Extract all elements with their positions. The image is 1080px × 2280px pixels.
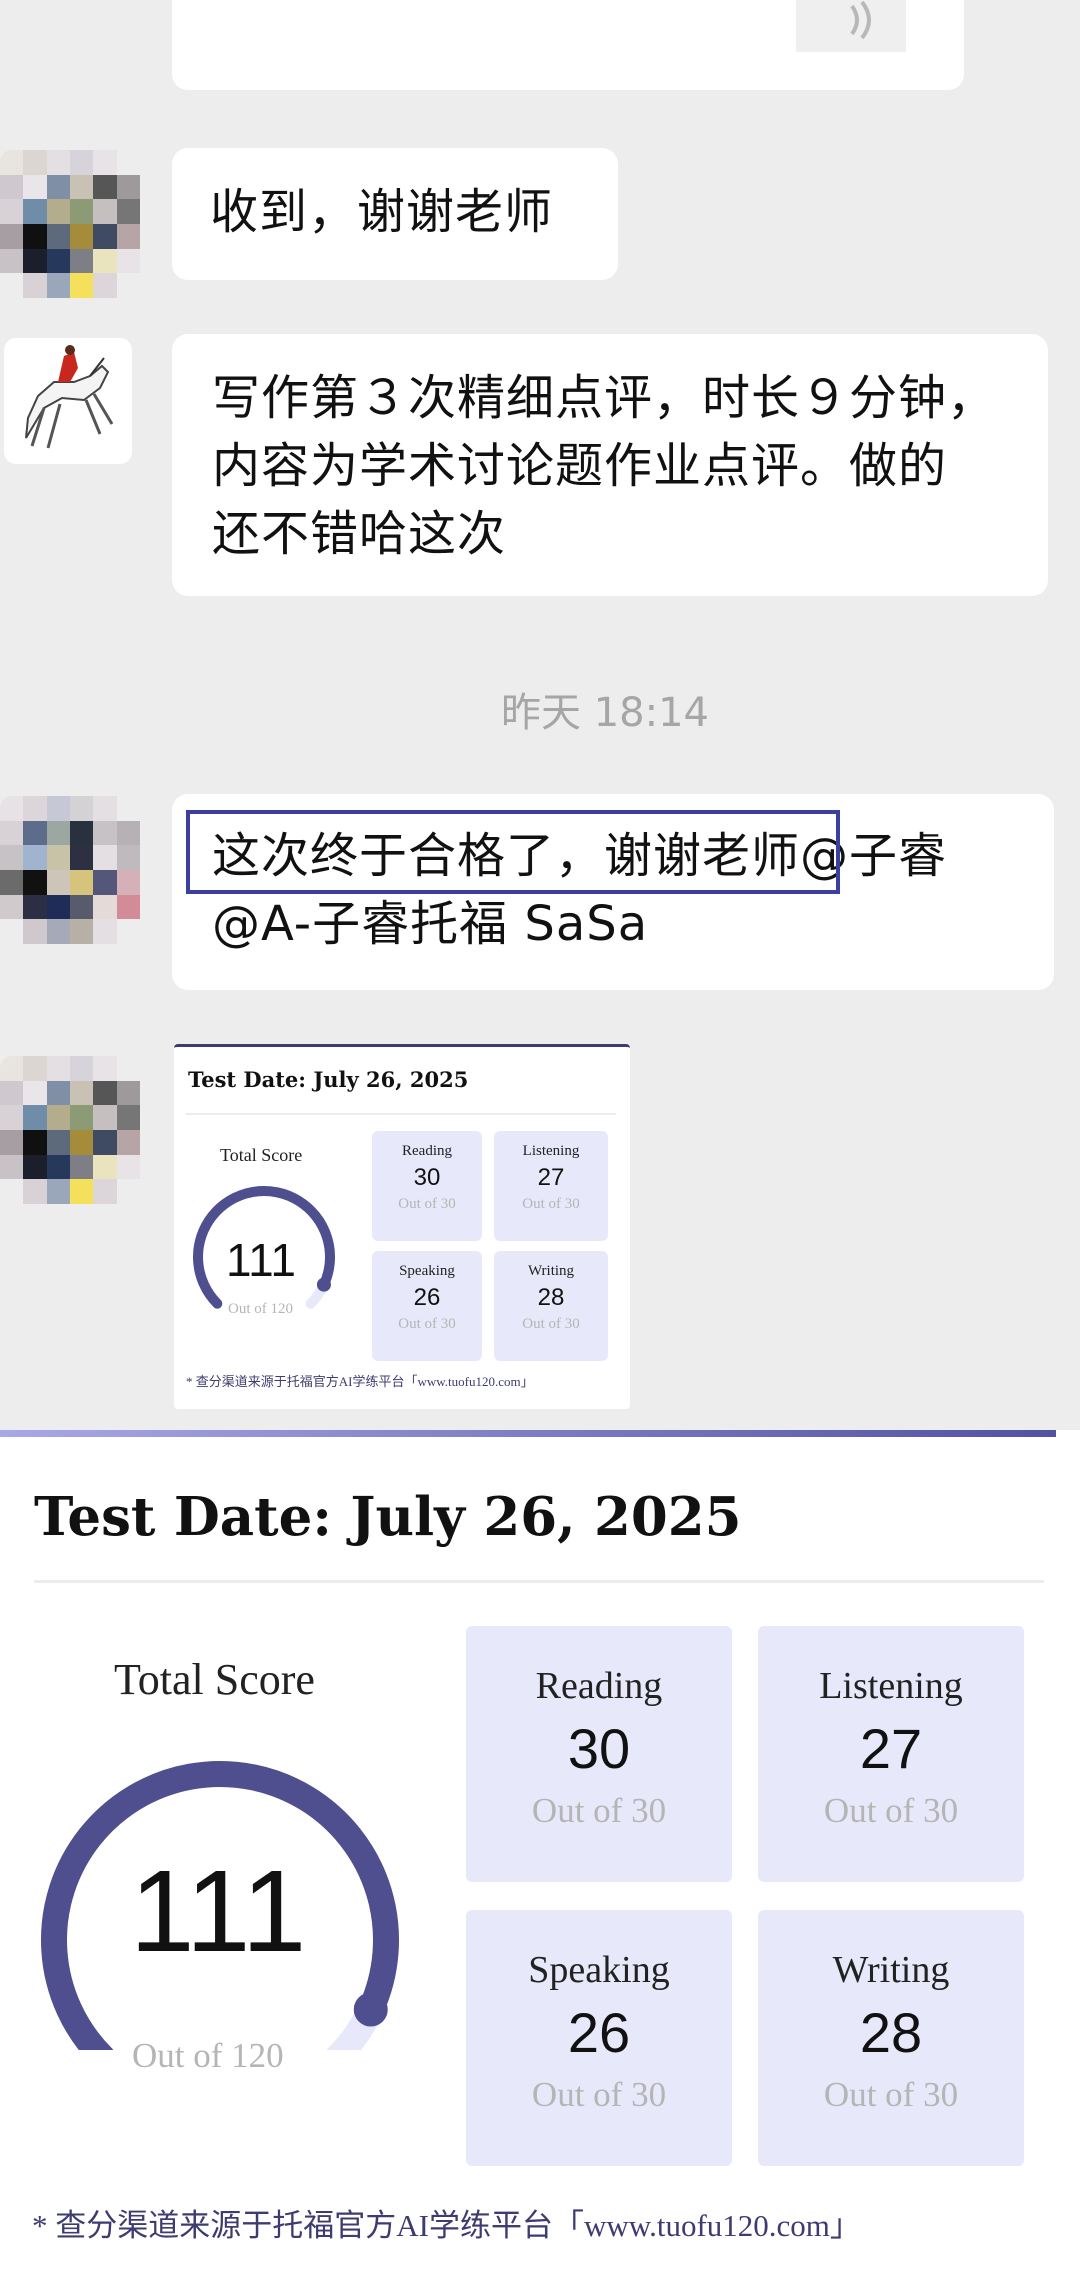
avatar[interactable] [4,338,132,464]
tile-listening: Listening 27 Out of 30 [758,1626,1024,1882]
file-icon [796,0,906,52]
tile-label: Listening [819,1665,963,1707]
avatar[interactable] [0,150,140,298]
thumb-tile-label: Writing [527,1263,575,1279]
total-score-out-of: Out of 120 [132,2036,284,2075]
thumb-tile-out-of: Out of 30 [522,1196,580,1212]
mention-text[interactable]: @A-子睿托福 SaSa [212,890,1014,958]
thumb-tile-value: 27 [537,1164,565,1191]
thumb-divider [186,1113,616,1115]
message-text-line: 内容为学术讨论题作业点评。做的 [212,438,948,494]
tile-label: Reading [535,1665,663,1707]
tile-value: 28 [859,2001,923,2064]
tile-out-of: Out of 30 [823,2075,959,2114]
message-text-line: 还不错哈这次 [212,506,507,562]
tile-label: Writing [832,1949,950,1991]
tile-value: 26 [567,2001,631,2064]
avatar[interactable] [0,796,140,944]
thumb-tile-label: Speaking [399,1263,455,1279]
message-bubble[interactable]: 收到，谢谢老师 [172,148,618,280]
message-text: 收到，谢谢老师 [210,184,554,240]
tile-label: Speaking [528,1949,670,1991]
tile-out-of: Out of 30 [531,1791,667,1830]
message-text-line: 写作第３次精细点评，时长９分钟， [212,370,997,426]
score-card-enlarged: Test Date: July 26, 2025 Total Score 111… [0,1430,1080,2280]
test-date: Test Date: July 26, 2025 [34,1486,742,1548]
tile-out-of: Out of 30 [531,2075,667,2114]
thumb-gauge-knob [316,1277,331,1292]
thumb-tile-out-of: Out of 30 [398,1196,456,1212]
thumb-tile-value: 30 [413,1164,441,1191]
tile-value: 30 [567,1717,631,1780]
highlight-box [186,810,840,894]
tile-value: 27 [859,1717,923,1780]
thumb-tile-listening: Listening 27 Out of 30 [494,1131,608,1241]
thumb-tile-label: Reading [402,1143,452,1159]
tile-speaking: Speaking 26 Out of 30 [466,1910,732,2166]
thumb-tile-writing: Writing 28 Out of 30 [494,1251,608,1361]
thumb-tile-out-of: Out of 30 [522,1316,580,1332]
total-score-value: 111 [130,1846,307,1976]
tile-writing: Writing 28 Out of 30 [758,1910,1024,2166]
thumb-total-value: 111 [226,1234,296,1286]
thumb-tile-out-of: Out of 30 [398,1316,456,1332]
thumb-tile-value: 28 [537,1284,565,1311]
thumb-tile-label: Listening [522,1143,580,1159]
chat-area: 收到，谢谢老师 写作第３次精细点评，时长９分钟， 内容为学术讨论题作业点评。做的… [0,0,1080,1430]
timestamp: 昨天 18:14 [501,690,709,736]
file-message-bubble[interactable] [172,0,964,90]
thumb-footer: * 查分渠道来源于托福官方AI学练平台「www.tuofu120.com」 [186,1374,534,1389]
avatar[interactable] [0,1056,140,1204]
image-message-thumbnail[interactable]: Test Date: July 26, 2025 Total Score 111… [174,1044,630,1409]
horse-rider-icon [25,345,114,449]
thumb-total-out-of: Out of 120 [228,1301,293,1317]
thumb-tile-speaking: Speaking 26 Out of 30 [372,1251,482,1361]
message-bubble[interactable]: 写作第３次精细点评，时长９分钟， 内容为学术讨论题作业点评。做的 还不错哈这次 [172,334,1048,596]
gauge-knob [353,1992,388,2027]
tile-reading: Reading 30 Out of 30 [466,1626,732,1882]
divider [34,1580,1044,1583]
source-footer: * 查分渠道来源于托福官方AI学练平台「www.tuofu120.com」 [32,2208,861,2243]
thumb-tile-reading: Reading 30 Out of 30 [372,1131,482,1241]
tile-out-of: Out of 30 [823,1791,959,1830]
thumb-tile-value: 26 [413,1284,441,1311]
thumb-total-label: Total Score [220,1145,303,1165]
top-accent-bar [0,1430,1056,1437]
total-score-label: Total Score [114,1655,315,1704]
thumb-test-date: Test Date: July 26, 2025 [188,1067,469,1092]
